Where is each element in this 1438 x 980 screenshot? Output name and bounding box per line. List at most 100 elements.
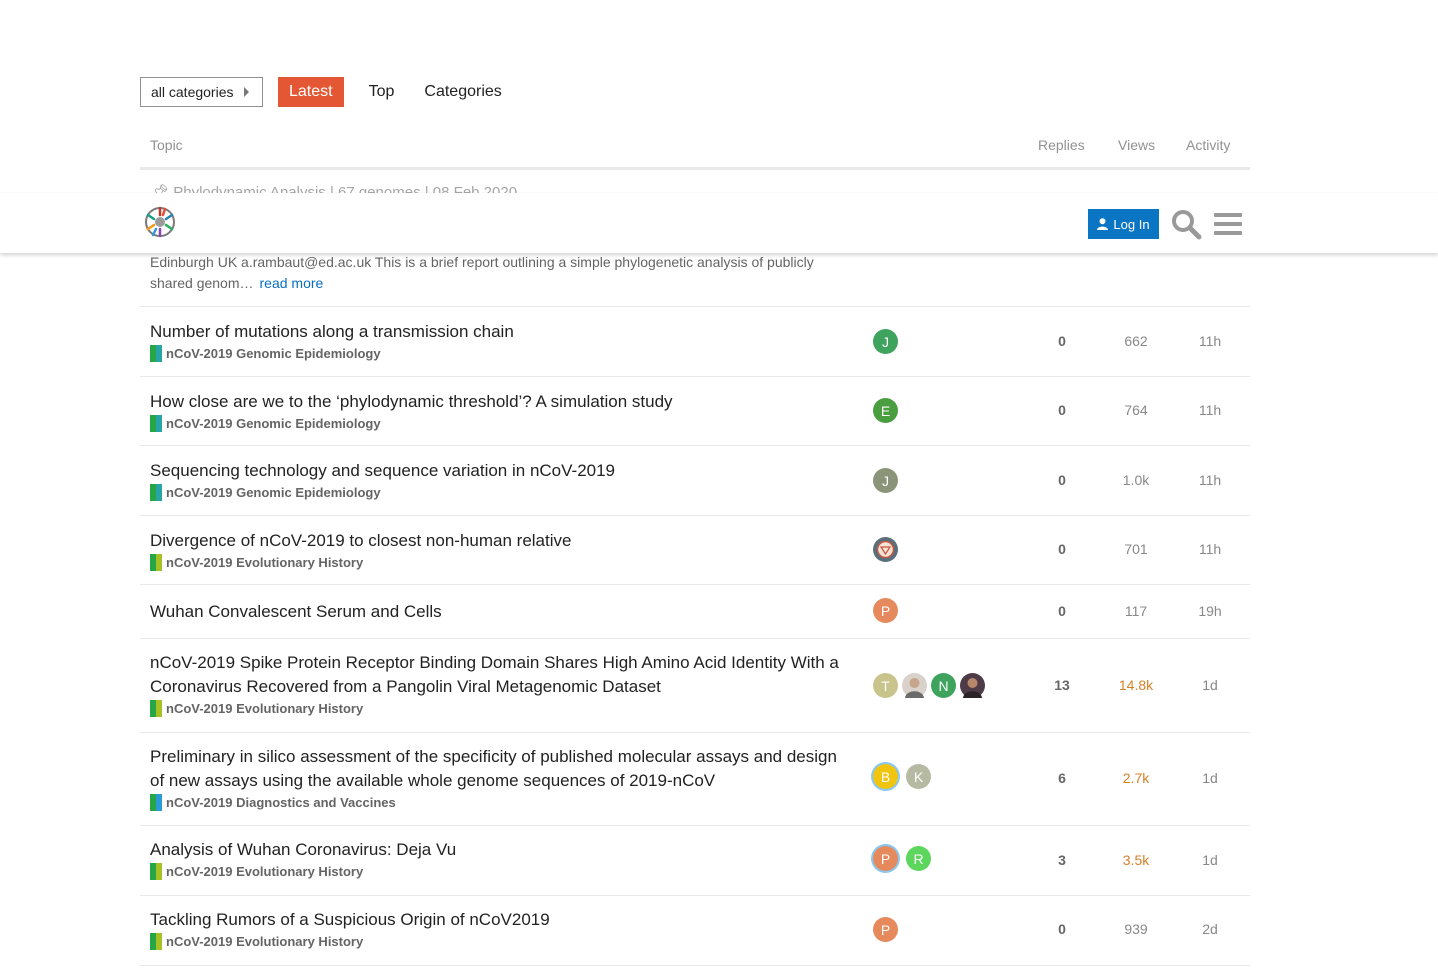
avatar[interactable]: N	[931, 673, 956, 698]
topic-category[interactable]: nCoV-2019 Genomic Epidemiology	[150, 484, 850, 501]
topic-activity[interactable]: 1d	[1180, 770, 1240, 786]
topic-activity[interactable]: 11h	[1180, 472, 1240, 488]
topic-list-header: Topic Replies Views Activity	[140, 125, 1250, 170]
tab-latest[interactable]: Latest	[278, 77, 344, 107]
topic-replies: 3	[1058, 852, 1066, 868]
topic-replies: 13	[1054, 677, 1070, 693]
category-name: nCoV-2019 Genomic Epidemiology	[166, 416, 381, 431]
topic-posters: P	[873, 917, 898, 942]
topic-title[interactable]: How close are we to the ‘phylodynamic th…	[150, 390, 850, 414]
topic-posters: P	[873, 598, 898, 623]
topic-main: Number of mutations along a transmission…	[150, 320, 850, 362]
topic-title[interactable]: Sequencing technology and sequence varia…	[150, 459, 850, 483]
topic-main: nCoV-2019 Spike Protein Receptor Binding…	[150, 651, 850, 717]
topic-main: Analysis of Wuhan Coronavirus: Deja Vu n…	[150, 838, 850, 880]
column-header-activity[interactable]: Activity	[1186, 137, 1230, 153]
topic-posters: P R	[873, 846, 931, 871]
avatar[interactable]: J	[873, 329, 898, 354]
avatar[interactable]: P	[873, 598, 898, 623]
topic-posters: J	[873, 468, 898, 493]
topic-activity[interactable]: 1d	[1180, 852, 1240, 868]
topic-activity[interactable]: 1d	[1180, 677, 1240, 693]
topic-row: Divergence of nCoV-2019 to closest non-h…	[140, 515, 1250, 585]
tab-categories[interactable]: Categories	[413, 77, 512, 107]
avatar[interactable]: R	[906, 846, 931, 871]
tab-top[interactable]: Top	[358, 77, 406, 107]
column-header-topic[interactable]: Topic	[150, 137, 183, 153]
avatar[interactable]	[960, 673, 985, 698]
topic-main: How close are we to the ‘phylodynamic th…	[150, 390, 850, 432]
navigation-bar: all categories Latest Top Categories	[140, 77, 513, 107]
topic-replies: 0	[1058, 603, 1066, 619]
avatar[interactable]: J	[873, 468, 898, 493]
topic-title[interactable]: nCoV-2019 Spike Protein Receptor Binding…	[150, 651, 850, 699]
avatar[interactable]	[902, 673, 927, 698]
login-button[interactable]: Log In	[1088, 209, 1159, 239]
pinned-topic-excerpt: Edinburgh UK a.rambaut@ed.ac.uk This is …	[150, 252, 850, 294]
topic-title[interactable]: Preliminary in silico assessment of the …	[150, 745, 850, 793]
user-photo-icon	[905, 678, 924, 698]
topic-category[interactable]: nCoV-2019 Evolutionary History	[150, 863, 850, 880]
topic-main: Tackling Rumors of a Suspicious Origin o…	[150, 908, 850, 950]
topic-title[interactable]: Divergence of nCoV-2019 to closest non-h…	[150, 529, 850, 553]
site-header: Log In	[0, 193, 1438, 253]
category-dropdown[interactable]: all categories	[140, 77, 263, 107]
avatar[interactable]: T	[873, 673, 898, 698]
category-dropdown-label: all categories	[151, 84, 234, 100]
topic-row: nCoV-2019 Spike Protein Receptor Binding…	[140, 638, 1250, 733]
category-badge-icon	[150, 415, 162, 432]
topic-views: 2.7k	[1122, 770, 1150, 786]
topic-category[interactable]: nCoV-2019 Evolutionary History	[150, 700, 850, 717]
caret-right-icon	[243, 87, 249, 97]
user-photo-icon	[877, 541, 894, 558]
topic-posters: B K	[873, 764, 931, 789]
category-name: nCoV-2019 Genomic Epidemiology	[166, 485, 381, 500]
site-logo[interactable]	[143, 203, 177, 241]
avatar[interactable]: K	[906, 764, 931, 789]
topic-main: Preliminary in silico assessment of the …	[150, 745, 850, 811]
topic-replies: 0	[1058, 333, 1066, 349]
search-icon[interactable]	[1170, 208, 1202, 240]
topic-activity[interactable]: 11h	[1180, 333, 1240, 349]
topic-activity[interactable]: 19h	[1180, 603, 1240, 619]
avatar[interactable]: B	[873, 764, 898, 789]
topic-main: Divergence of nCoV-2019 to closest non-h…	[150, 529, 850, 571]
topic-list: Topic Replies Views Activity	[140, 125, 1250, 170]
column-header-replies[interactable]: Replies	[1038, 137, 1085, 153]
topic-views: 764	[1124, 402, 1148, 418]
hamburger-menu-icon[interactable]	[1214, 211, 1242, 237]
topic-views: 3.5k	[1122, 852, 1150, 868]
topic-title[interactable]: Analysis of Wuhan Coronavirus: Deja Vu	[150, 838, 850, 862]
column-header-views[interactable]: Views	[1118, 137, 1155, 153]
topic-title[interactable]: Wuhan Convalescent Serum and Cells	[150, 600, 850, 624]
topic-activity[interactable]: 11h	[1180, 402, 1240, 418]
topic-category[interactable]: nCoV-2019 Evolutionary History	[150, 933, 850, 950]
topic-category[interactable]: nCoV-2019 Genomic Epidemiology	[150, 345, 850, 362]
topic-title[interactable]: Tackling Rumors of a Suspicious Origin o…	[150, 908, 850, 932]
topic-category[interactable]: nCoV-2019 Evolutionary History	[150, 554, 850, 571]
topic-views: 939	[1124, 921, 1148, 937]
topic-category[interactable]: nCoV-2019 Diagnostics and Vaccines	[150, 794, 850, 811]
login-button-label: Log In	[1113, 216, 1150, 232]
topic-posters: T N	[873, 673, 985, 698]
avatar[interactable]	[873, 537, 898, 562]
topic-row: Analysis of Wuhan Coronavirus: Deja Vu n…	[140, 825, 1250, 896]
user-photo-icon	[963, 678, 982, 698]
category-name: nCoV-2019 Evolutionary History	[166, 934, 364, 949]
topic-category[interactable]: nCoV-2019 Genomic Epidemiology	[150, 415, 850, 432]
topic-row: Sequencing technology and sequence varia…	[140, 445, 1250, 516]
avatar[interactable]: P	[873, 846, 898, 871]
topic-activity[interactable]: 11h	[1180, 541, 1240, 557]
topic-main: Wuhan Convalescent Serum and Cells	[150, 600, 850, 624]
topic-main: Sequencing technology and sequence varia…	[150, 459, 850, 501]
category-name: nCoV-2019 Diagnostics and Vaccines	[166, 795, 396, 810]
topic-replies: 0	[1058, 541, 1066, 557]
read-more-link[interactable]: read more	[260, 275, 324, 291]
topic-title[interactable]: Number of mutations along a transmission…	[150, 320, 850, 344]
excerpt-text: Edinburgh UK a.rambaut@ed.ac.uk This is …	[150, 254, 814, 291]
topic-activity[interactable]: 2d	[1180, 921, 1240, 937]
topic-views: 1.0k	[1122, 472, 1150, 488]
user-icon	[1097, 218, 1109, 230]
avatar[interactable]: P	[873, 917, 898, 942]
avatar[interactable]: E	[873, 398, 898, 423]
